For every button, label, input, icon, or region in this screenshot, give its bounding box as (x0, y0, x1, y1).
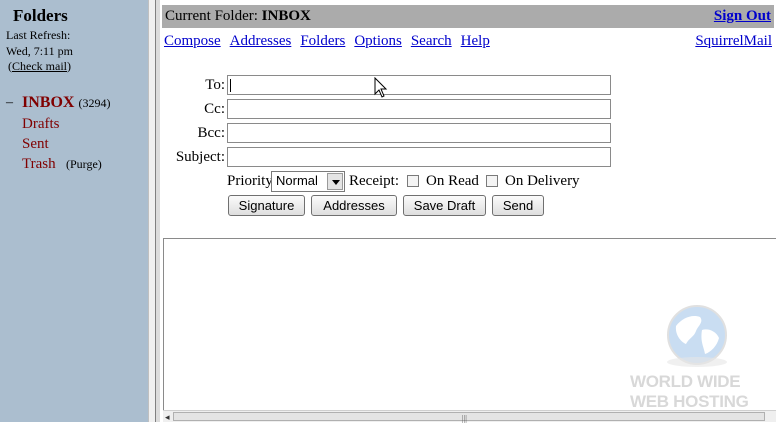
addresses-button[interactable]: Addresses (311, 195, 397, 216)
receipt-label: Receipt: (349, 173, 399, 189)
folder-inbox-label: INBOX (22, 94, 75, 111)
priority-label: Priority (227, 173, 273, 189)
menu-addresses[interactable]: Addresses (230, 33, 292, 49)
compose-pane: Current Folder: INBOX Sign Out Compose Ad… (160, 0, 776, 423)
priority-select[interactable]: Normal (271, 171, 345, 192)
globe-icon (667, 305, 727, 367)
current-folder-bar: Current Folder: INBOX Sign Out (162, 5, 774, 28)
to-field[interactable] (227, 75, 611, 95)
subject-label: Subject: (175, 149, 225, 165)
signature-button[interactable]: Signature (228, 195, 305, 216)
menu-help[interactable]: Help (461, 33, 490, 49)
scrollbar-thumb[interactable]: ||| (173, 412, 765, 423)
menu-compose[interactable]: Compose (164, 33, 221, 49)
last-refresh: Last Refresh: Wed, 7:11 pm (6, 27, 73, 59)
last-refresh-label: Last Refresh: (6, 28, 71, 42)
sign-out-link[interactable]: Sign Out (714, 8, 771, 25)
folder-inbox-count: (3294) (78, 96, 111, 110)
frame-splitter[interactable] (148, 0, 156, 422)
on-read-label: On Read (426, 173, 479, 189)
menu-folders[interactable]: Folders (300, 33, 345, 49)
priority-value: Normal (276, 173, 318, 188)
bcc-label: Bcc: (197, 125, 226, 141)
watermark-line-2: WEB HOSTING (630, 392, 749, 411)
menu-search[interactable]: Search (411, 33, 452, 49)
check-mail: (Check mail) (8, 59, 71, 73)
scroll-left-arrow-icon[interactable]: ◂ (165, 412, 170, 423)
current-folder-label: Current Folder: (165, 8, 258, 24)
purge-trash-link[interactable]: (Purge) (66, 157, 102, 172)
folder-drafts[interactable]: Drafts (22, 116, 60, 133)
horizontal-scrollbar[interactable]: ◂ ||| (163, 410, 776, 423)
current-folder: Current Folder: INBOX (165, 8, 311, 25)
main-menu: Compose Addresses Folders Options Search Help (164, 33, 499, 50)
world-wide-web-hosting-watermark: WORLD WIDE WEB HOSTING (630, 300, 770, 415)
subject-field[interactable] (227, 147, 611, 167)
current-folder-name: INBOX (261, 8, 311, 24)
menu-options[interactable]: Options (354, 33, 402, 49)
on-delivery-label: On Delivery (505, 173, 580, 189)
folders-title: Folders (13, 6, 68, 25)
on-read-checkbox[interactable] (407, 175, 419, 187)
mouse-pointer-icon (374, 77, 388, 98)
last-refresh-time: Wed, 7:11 pm (6, 44, 73, 58)
folder-sent[interactable]: Sent (22, 136, 49, 153)
on-delivery-checkbox[interactable] (486, 175, 498, 187)
squirrelmail-link[interactable]: SquirrelMail (695, 33, 772, 50)
folder-inbox[interactable]: INBOX (3294) (22, 94, 110, 112)
cc-field[interactable] (227, 99, 611, 119)
chevron-down-icon (327, 173, 343, 190)
save-draft-button[interactable]: Save Draft (403, 195, 486, 216)
to-label: To: (205, 77, 225, 93)
bcc-field[interactable] (227, 123, 611, 143)
folder-pane: Folders Last Refresh: Wed, 7:11 pm (Chec… (0, 0, 148, 422)
text-cursor (230, 79, 231, 92)
folder-trash[interactable]: Trash (22, 156, 56, 173)
check-mail-link[interactable]: Check mail (12, 59, 67, 73)
send-button[interactable]: Send (492, 195, 544, 216)
watermark-line-1: WORLD WIDE (630, 372, 741, 391)
cc-label: Cc: (204, 101, 225, 117)
collapse-toggle[interactable]: – (6, 95, 13, 111)
